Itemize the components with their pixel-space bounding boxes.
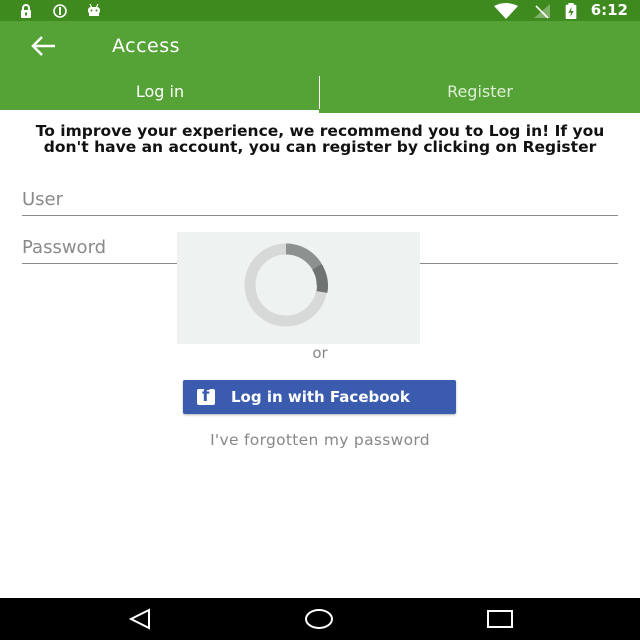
or-separator: or (312, 344, 328, 362)
signal-icon (533, 3, 550, 19)
recents-square-icon[interactable] (486, 608, 514, 630)
wifi-icon (493, 2, 518, 19)
facebook-icon: f (197, 386, 215, 406)
tab-bar: Log in Register (0, 72, 640, 113)
status-icons-right: 6:12 (493, 2, 628, 19)
intro-text: To improve your experience, we recommend… (35, 122, 605, 156)
arrow-back-icon[interactable] (28, 33, 58, 61)
app-bar: Access (0, 21, 640, 72)
navigation-bar (0, 598, 640, 640)
sync-icon (53, 4, 67, 18)
status-bar: 6:12 (0, 0, 640, 21)
tab-selected-indicator (0, 110, 319, 113)
facebook-login-button[interactable]: f Log in with Facebook (183, 380, 456, 414)
loading-overlay (177, 232, 420, 344)
clock: 6:12 (590, 1, 628, 19)
battery-charging-icon (565, 2, 577, 19)
user-field-container (22, 185, 618, 216)
tab-log-in[interactable]: Log in (0, 72, 320, 113)
forgot-password-link[interactable]: I've forgotten my password (0, 431, 640, 449)
home-circle-icon[interactable] (305, 608, 333, 630)
back-triangle-icon[interactable] (127, 608, 155, 630)
tab-register[interactable]: Register (320, 72, 640, 113)
status-icons-left (18, 3, 102, 19)
lock-icon (21, 4, 31, 18)
page-title: Access (112, 35, 181, 57)
facebook-login-label: Log in with Facebook (231, 388, 410, 406)
android-icon (88, 3, 100, 16)
loading-spinner-icon (244, 243, 328, 327)
user-input[interactable] (22, 185, 618, 213)
